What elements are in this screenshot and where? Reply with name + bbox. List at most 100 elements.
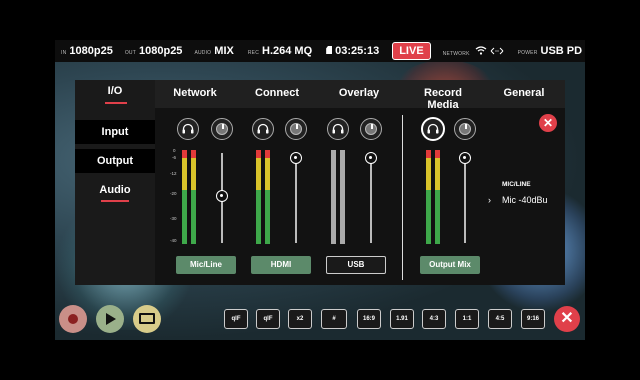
channel-divider <box>402 115 403 280</box>
status-bar: IN 1080p25 OUT 1080p25 AUDIO MIX REC H.2… <box>55 40 585 62</box>
level-meter-left <box>331 150 336 244</box>
power-status: POWER USB PD <box>518 45 582 57</box>
level-meter-left <box>426 150 431 244</box>
io-item-audio[interactable]: Audio <box>75 178 155 202</box>
chevron-right-icon: › <box>488 195 491 205</box>
hdmi-button[interactable]: HDMI <box>251 256 311 274</box>
fader-track <box>370 153 372 243</box>
gain-knob[interactable] <box>285 118 307 140</box>
timer-value: 03:25:13 <box>335 45 380 57</box>
fader-track <box>295 153 297 243</box>
gain-knob[interactable] <box>211 118 233 140</box>
fader-handle[interactable] <box>216 190 228 202</box>
camera-preview: IN 1080p25 OUT 1080p25 AUDIO MIX REC H.2… <box>55 40 585 340</box>
knob-icon <box>459 123 471 135</box>
aspect-1-91-tool[interactable]: 1.91 <box>390 309 414 329</box>
usb-button[interactable]: USB <box>326 256 386 274</box>
tab-overlay[interactable]: Overlay <box>337 87 381 99</box>
audio-selected-underline <box>101 200 129 202</box>
zoom-2x-tool[interactable]: x2 <box>288 309 312 329</box>
aspect-4-3-tool[interactable]: 4:3 <box>422 309 446 329</box>
stop-button[interactable] <box>133 305 161 333</box>
headphones-button[interactable] <box>177 118 199 140</box>
gain-knob[interactable] <box>360 118 382 140</box>
play-icon <box>106 313 116 325</box>
knob-icon <box>290 123 302 135</box>
network-label: NETWORK <box>442 50 470 57</box>
aspect-9-16-tool[interactable]: 9:16 <box>521 309 545 329</box>
aspect-4-5-tool[interactable]: 4:5 <box>488 309 512 329</box>
headphones-icon <box>182 123 194 134</box>
settings-panel: I/O Input Output Audio Network Connect O… <box>75 80 565 285</box>
headphones-icon <box>332 123 344 134</box>
mic-level-value: Mic -40dBu <box>502 195 548 205</box>
headphones-button[interactable] <box>327 118 349 140</box>
gain-knob[interactable] <box>454 118 476 140</box>
level-meter-left <box>182 150 187 244</box>
output-value: 1080p25 <box>139 45 183 57</box>
fader-track <box>464 153 466 243</box>
network-status[interactable]: NETWORK <box>442 45 504 57</box>
scale-mark: -12 <box>170 171 177 176</box>
headphones-button[interactable] <box>421 117 445 141</box>
aspect-16-9-tool[interactable]: 16:9 <box>357 309 381 329</box>
wifi-icon <box>475 45 487 55</box>
io-title: I/O <box>107 85 123 97</box>
flip-horizontal-tool[interactable]: qlF <box>224 309 248 329</box>
record-icon <box>68 314 78 324</box>
input-status: IN 1080p25 <box>61 45 113 57</box>
fader-handle[interactable] <box>365 152 377 164</box>
input-value: 1080p25 <box>69 45 113 57</box>
headphones-icon <box>427 123 439 134</box>
input-label: IN <box>61 50 67 56</box>
io-title-underline <box>105 102 127 104</box>
headphones-icon <box>257 123 269 134</box>
timer: 03:25:13 <box>326 45 379 57</box>
level-meter-right <box>435 150 440 244</box>
level-meter-left <box>256 150 261 244</box>
output-mix-button[interactable]: Output Mix <box>420 256 480 274</box>
power-label: POWER <box>517 50 538 56</box>
tab-record-media[interactable]: Record Media <box>407 87 479 111</box>
level-meter-right <box>191 150 196 244</box>
scale-mark: -40 <box>170 238 177 243</box>
output-label: OUT <box>124 50 136 56</box>
grid-tool[interactable]: # <box>321 309 347 329</box>
live-button[interactable]: LIVE <box>392 42 431 60</box>
audio-value: MIX <box>214 45 234 57</box>
settings-tabs: Network Connect Overlay Record Media Gen… <box>155 80 565 111</box>
audio-status: AUDIO MIX <box>194 45 233 57</box>
flip-vertical-tool[interactable]: qlF <box>256 309 280 329</box>
record-status: REC H.264 MQ <box>248 45 312 57</box>
close-panel-button[interactable]: ✕ <box>539 114 557 132</box>
io-item-input[interactable]: Input <box>75 120 155 144</box>
ethernet-icon <box>490 47 503 54</box>
play-button[interactable] <box>96 305 124 333</box>
mic-line-button[interactable]: Mic/Line <box>176 256 236 274</box>
fader-handle[interactable] <box>290 152 302 164</box>
level-meter-right <box>340 150 345 244</box>
knob-icon <box>216 123 228 135</box>
scale-mark: -30 <box>170 216 177 221</box>
screen-icon <box>139 313 155 324</box>
io-item-output[interactable]: Output <box>75 149 155 173</box>
level-meter-right <box>265 150 270 244</box>
close-button[interactable]: ✕ <box>554 306 580 332</box>
tab-general[interactable]: General <box>501 87 547 99</box>
tab-connect[interactable]: Connect <box>255 87 299 99</box>
sd-card-icon <box>326 46 333 54</box>
record-button[interactable] <box>59 305 87 333</box>
bottom-toolbar: qlF qlF x2 # 16:9 1.91 4:3 1:1 4:5 9:16 … <box>55 302 585 340</box>
record-label: REC <box>247 50 260 56</box>
fader-handle[interactable] <box>459 152 471 164</box>
audio-label: AUDIO <box>194 50 212 56</box>
scale-mark: -6 <box>172 155 177 160</box>
tab-network[interactable]: Network <box>173 87 217 99</box>
scale-mark: 0 <box>173 148 176 153</box>
headphones-button[interactable] <box>252 118 274 140</box>
power-value: USB PD <box>540 45 583 57</box>
aspect-1-1-tool[interactable]: 1:1 <box>455 309 479 329</box>
record-codec: H.264 MQ <box>262 45 313 57</box>
mic-level-selector[interactable]: › Mic -40dBu <box>488 195 568 209</box>
knob-icon <box>365 123 377 135</box>
